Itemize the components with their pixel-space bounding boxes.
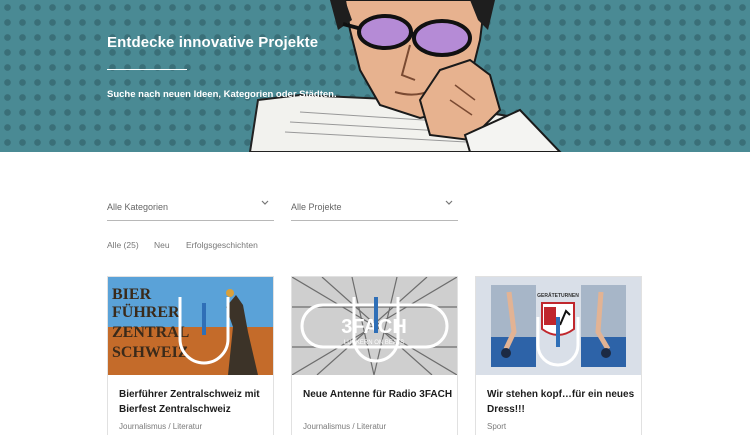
- project-title[interactable]: Wir stehen kopf…für ein neues Dress!!!: [487, 387, 637, 417]
- tab-success-stories[interactable]: Erfolgsgeschichten: [186, 240, 258, 250]
- project-select-value: Alle Projekte: [291, 202, 342, 212]
- category-select-value: Alle Kategorien: [107, 202, 169, 212]
- svg-text:GERÄTETURNEN: GERÄTETURNEN: [537, 292, 579, 299]
- tab-new[interactable]: Neu: [154, 240, 170, 250]
- project-image: 3FACH LUCKERN ON BEATS: [292, 277, 457, 375]
- chevron-down-icon: [261, 200, 269, 205]
- project-title[interactable]: Neue Antenne für Radio 3FACH: [303, 387, 453, 402]
- project-card[interactable]: GERÄTETURNEN Wir stehen kopf…für ein neu…: [475, 276, 642, 435]
- hero-banner: Entdecke innovative Projekte Suche nach …: [0, 0, 750, 152]
- project-image: GERÄTETURNEN: [476, 277, 641, 375]
- hero-subtitle: Suche nach neuen Ideen, Kategorien oder …: [107, 89, 337, 100]
- image-text: BIER: [112, 286, 152, 303]
- svg-text:SCHWEIZ: SCHWEIZ: [112, 344, 188, 361]
- project-category: Sport: [487, 422, 507, 431]
- svg-text:FÜHRER: FÜHRER: [112, 303, 180, 321]
- project-card[interactable]: BIER FÜHRER ZENTRAL SCHWEIZ Bierführer Z…: [107, 276, 274, 435]
- project-title[interactable]: Bierführer Zentralschweiz mit Bierfest Z…: [119, 387, 269, 417]
- category-select[interactable]: Alle Kategorien: [107, 196, 274, 221]
- chevron-down-icon: [445, 200, 453, 205]
- hero-title: Entdecke innovative Projekte: [107, 34, 319, 51]
- hero-divider: [107, 69, 187, 70]
- tab-all[interactable]: Alle (25): [107, 240, 139, 250]
- svg-text:ZENTRAL: ZENTRAL: [112, 324, 189, 341]
- project-category: Journalismus / Literatur: [119, 422, 203, 431]
- project-card[interactable]: 3FACH LUCKERN ON BEATS Neue Antenne für …: [291, 276, 458, 435]
- hero-illustration: [248, 0, 562, 152]
- project-category: Journalismus / Literatur: [303, 422, 387, 431]
- project-select[interactable]: Alle Projekte: [291, 196, 458, 221]
- project-image: BIER FÜHRER ZENTRAL SCHWEIZ: [108, 277, 273, 375]
